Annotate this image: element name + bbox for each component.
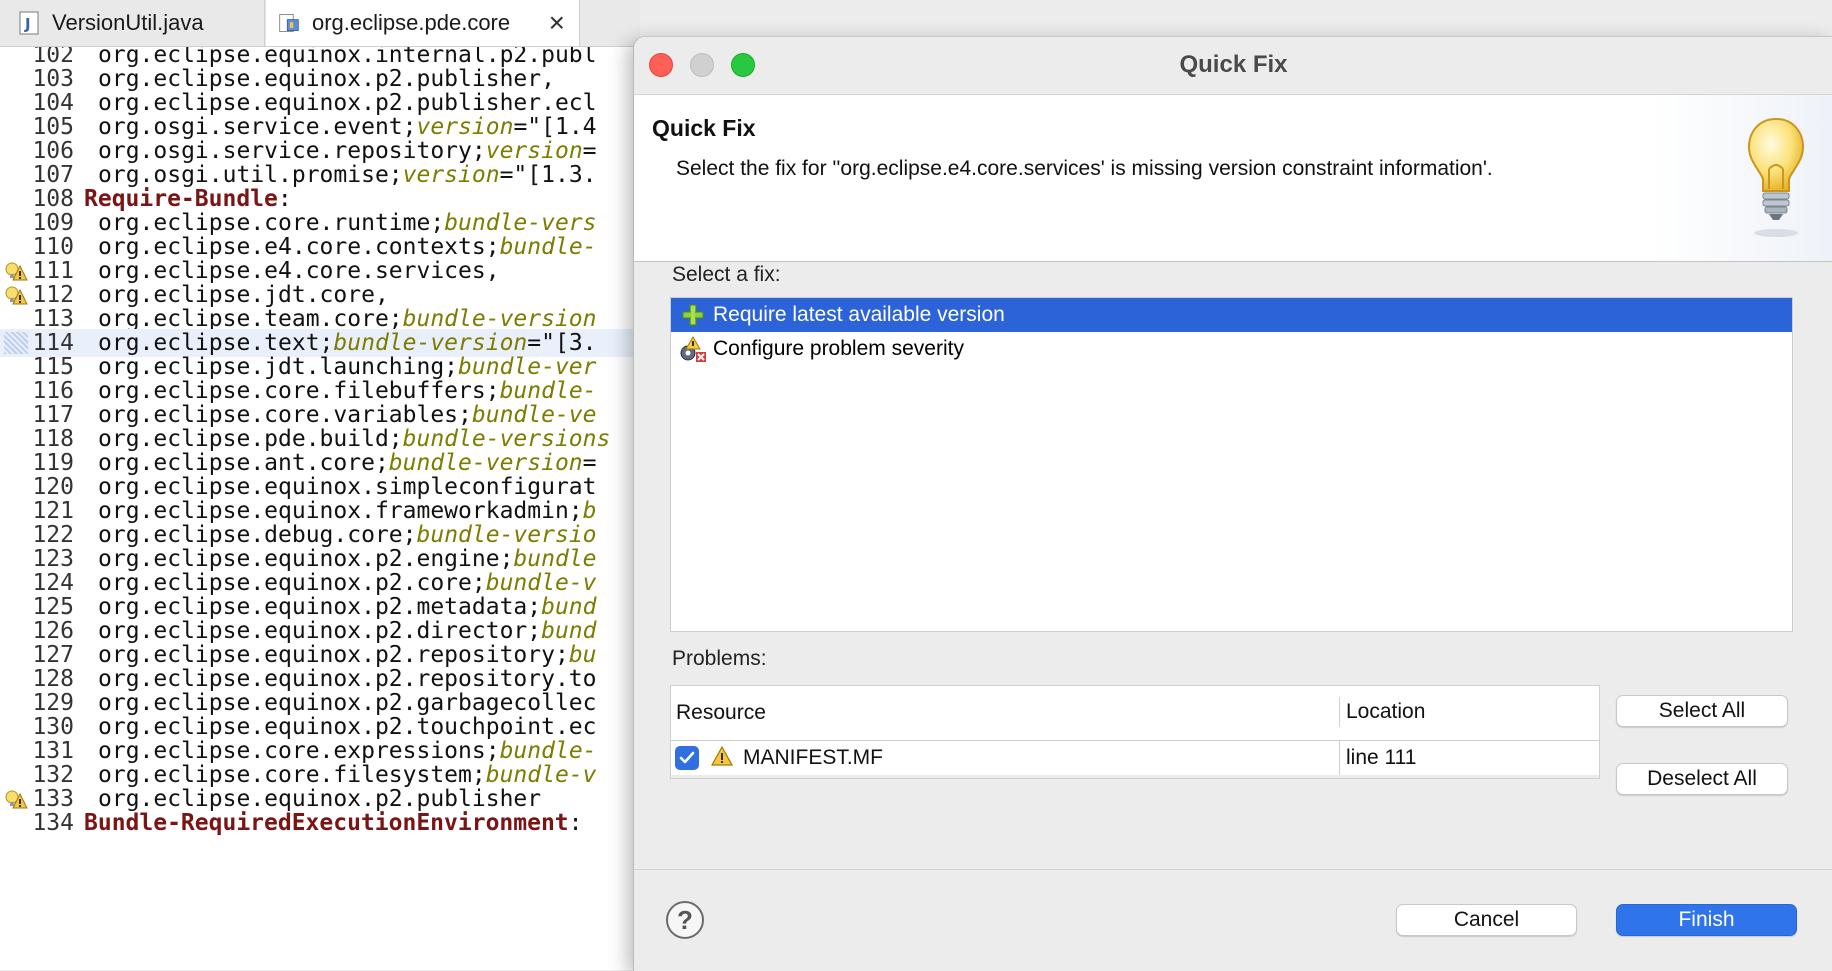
quickfix-warning-icon[interactable] <box>4 260 28 282</box>
problems-label: Problems: <box>672 647 767 670</box>
tab-org-eclipse-pde-core[interactable]: org.eclipse.pde.core × <box>266 0 580 46</box>
fix-label: Configure problem severity <box>713 337 964 360</box>
dialog-titlebar: Quick Fix <box>634 37 1832 93</box>
quick-fix-dialog: Quick Fix Quick Fix Select the fix for '… <box>633 36 1832 971</box>
close-icon[interactable]: × <box>549 9 565 37</box>
select-fix-label: Select a fix: <box>672 263 781 286</box>
table-row[interactable]: MANIFEST.MF line 111 <box>671 741 1599 775</box>
help-icon[interactable]: ? <box>666 901 704 939</box>
cancel-button[interactable]: Cancel <box>1396 904 1577 936</box>
svg-text:J: J <box>24 15 31 33</box>
code-text: Bundle-RequiredExecutionEnvironment: <box>84 810 583 836</box>
problem-checkbox[interactable] <box>675 746 699 770</box>
table-header: Resource Location <box>671 686 1599 741</box>
column-header-location[interactable]: Location <box>1339 697 1425 727</box>
quickfix-warning-icon[interactable] <box>4 284 28 306</box>
lightbulb-icon <box>1745 113 1807 246</box>
code-line[interactable]: 134 Bundle-RequiredExecutionEnvironment: <box>0 809 640 837</box>
editor-tab-bar: J VersionUtil.java org.eclipse.pde.core … <box>0 0 640 47</box>
column-header-resource[interactable]: Resource <box>676 701 766 725</box>
problems-table[interactable]: Resource Location MANIFEST.MF line 111 <box>670 685 1600 779</box>
problem-location: line 111 <box>1339 741 1416 775</box>
dialog-title: Quick Fix <box>1179 51 1288 78</box>
manifest-editor[interactable]: 102 org.eclipse.equinox.internal.p2.publ 1… <box>0 47 640 970</box>
fix-label: Require latest available version <box>713 303 1005 326</box>
tab-versionutil-java[interactable]: J VersionUtil.java <box>0 0 265 46</box>
plugin-manifest-icon <box>278 10 300 36</box>
finish-button[interactable]: Finish <box>1616 904 1797 936</box>
banner-description: Select the fix for ''org.eclipse.e4.core… <box>676 157 1493 180</box>
quickfix-warning-icon[interactable] <box>4 788 28 810</box>
checkmark-icon <box>679 751 695 764</box>
tab-label: VersionUtil.java <box>52 10 204 35</box>
line-number: 134 <box>32 810 74 836</box>
current-line-marker <box>4 332 28 354</box>
select-all-button[interactable]: Select All <box>1616 695 1788 727</box>
deselect-all-button[interactable]: Deselect All <box>1616 763 1788 795</box>
warning-icon <box>710 745 734 772</box>
add-plus-icon <box>679 301 707 329</box>
problem-resource: MANIFEST.MF <box>743 746 883 769</box>
fix-item-configure-severity[interactable]: Configure problem severity <box>671 332 1792 366</box>
configure-severity-icon <box>679 335 707 363</box>
dialog-banner: Quick Fix Select the fix for ''org.eclip… <box>634 94 1832 262</box>
fix-item-require-latest[interactable]: Require latest available version <box>671 298 1792 332</box>
banner-title: Quick Fix <box>652 115 756 141</box>
fix-list[interactable]: Require latest available version Configu… <box>670 297 1793 632</box>
java-file-icon: J <box>18 10 40 36</box>
tab-label: org.eclipse.pde.core <box>312 10 511 35</box>
